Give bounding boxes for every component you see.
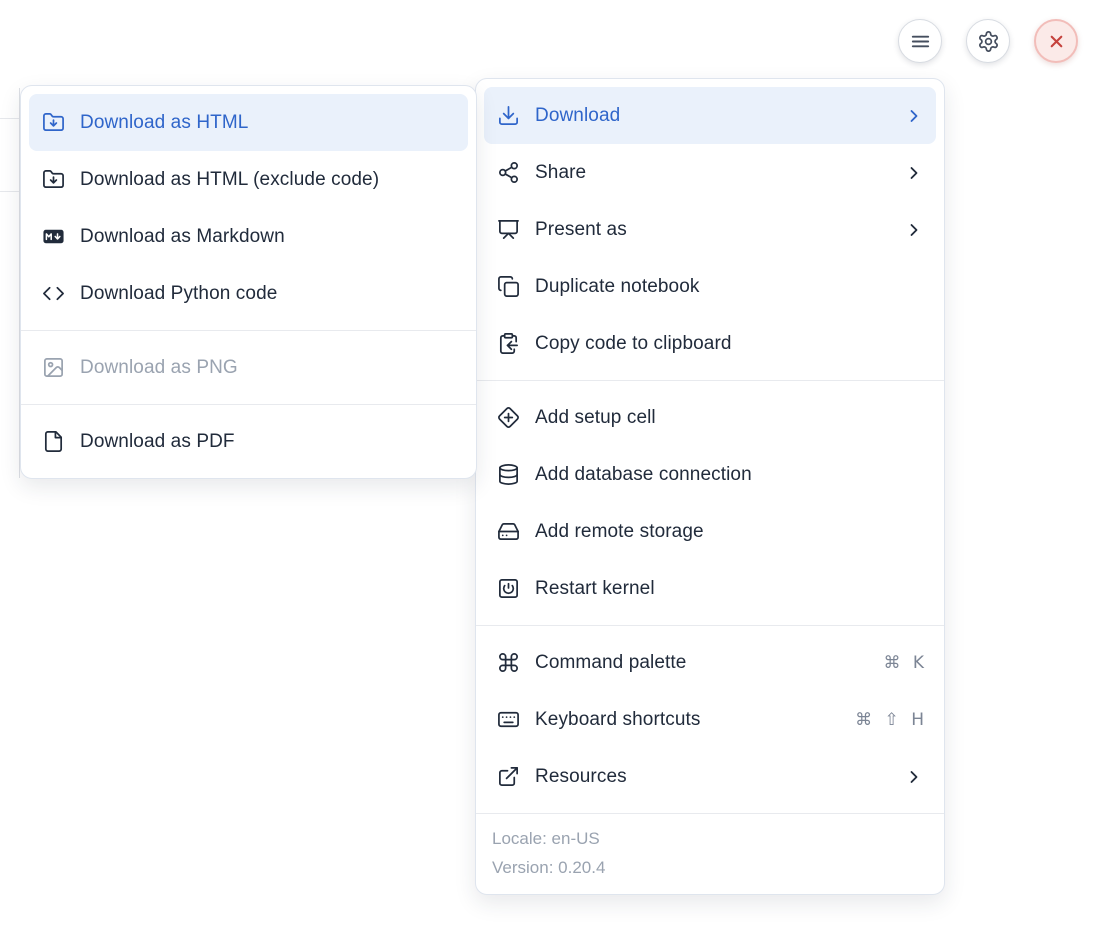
locale-text: Locale: en-US	[492, 824, 928, 853]
menu-item-label: Present as	[535, 219, 889, 241]
chevron-right-icon	[904, 106, 924, 126]
menu-item-label: Download as Markdown	[80, 226, 456, 248]
menu-item-share[interactable]: Share	[484, 144, 936, 201]
menu-item-label: Add remote storage	[535, 521, 924, 543]
file-icon	[41, 430, 65, 453]
external-link-icon	[496, 765, 520, 788]
menu-item-resources[interactable]: Resources	[484, 748, 936, 805]
menu-button[interactable]	[898, 19, 942, 63]
chevron-right-icon	[904, 220, 924, 240]
background-row-line	[0, 118, 19, 119]
menu-item-download[interactable]: Download	[484, 87, 936, 144]
square-power-icon	[496, 577, 520, 600]
menu-item-label: Add setup cell	[535, 407, 924, 429]
menu-item-label: Copy code to clipboard	[535, 333, 924, 355]
download-icon	[496, 104, 520, 127]
menu-item-label: Download as HTML (exclude code)	[80, 169, 456, 191]
menu-item-duplicate-notebook[interactable]: Duplicate notebook	[484, 258, 936, 315]
code-icon	[41, 282, 65, 305]
menu-item-label: Download as HTML	[80, 112, 456, 134]
menu-item-label: Share	[535, 162, 889, 184]
close-button[interactable]	[1034, 19, 1078, 63]
database-icon	[496, 463, 520, 486]
menu-item-command-palette[interactable]: Command palette ⌘ K	[484, 634, 936, 691]
menu-item-add-remote-storage[interactable]: Add remote storage	[484, 503, 936, 560]
menu-item-download-as-html-exclude-code[interactable]: Download as HTML (exclude code)	[29, 151, 468, 208]
folder-down-icon	[41, 168, 65, 191]
menu-item-label: Command palette	[535, 652, 868, 674]
menu-item-keyboard-shortcuts[interactable]: Keyboard shortcuts ⌘ ⇧ H	[484, 691, 936, 748]
menu-item-download-as-pdf[interactable]: Download as PDF	[29, 413, 468, 470]
chevron-right-icon	[904, 163, 924, 183]
image-icon	[41, 356, 65, 379]
menu-footer: Locale: en-US Version: 0.20.4	[476, 813, 944, 894]
folder-down-icon	[41, 111, 65, 134]
menu-item-label: Keyboard shortcuts	[535, 709, 840, 731]
notebook-actions-menu: Download Share Present as Duplicate noteboo…	[475, 78, 945, 895]
shortcut-hint: ⌘ ⇧ H	[855, 710, 924, 730]
download-submenu: Download as HTML Download as HTML (exclud…	[20, 85, 477, 479]
menu-item-present-as[interactable]: Present as	[484, 201, 936, 258]
menu-item-restart-kernel[interactable]: Restart kernel	[484, 560, 936, 617]
chevron-right-icon	[904, 767, 924, 787]
version-text: Version: 0.20.4	[492, 853, 928, 882]
command-icon	[496, 651, 520, 674]
menu-item-label: Restart kernel	[535, 578, 924, 600]
menu-item-label: Duplicate notebook	[535, 276, 924, 298]
menu-item-download-as-markdown[interactable]: Download as Markdown	[29, 208, 468, 265]
menu-item-download-python-code[interactable]: Download Python code	[29, 265, 468, 322]
keyboard-icon	[496, 708, 520, 731]
menu-item-download-as-html[interactable]: Download as HTML	[29, 94, 468, 151]
menu-item-add-setup-cell[interactable]: Add setup cell	[484, 389, 936, 446]
menu-item-copy-code-to-clipboard[interactable]: Copy code to clipboard	[484, 315, 936, 372]
background-row-line	[0, 191, 19, 192]
clipboard-copy-icon	[496, 332, 520, 355]
hard-drive-icon	[496, 520, 520, 543]
copy-icon	[496, 275, 520, 298]
menu-item-label: Add database connection	[535, 464, 924, 486]
markdown-down-icon	[41, 225, 65, 248]
menu-item-label: Download	[535, 105, 889, 127]
menu-item-label: Download as PNG	[80, 357, 456, 379]
diamond-plus-icon	[496, 406, 520, 429]
settings-button[interactable]	[966, 19, 1010, 63]
menu-item-label: Resources	[535, 766, 889, 788]
menu-item-label: Download Python code	[80, 283, 456, 305]
menu-item-download-as-png: Download as PNG	[29, 339, 468, 396]
share-icon	[496, 161, 520, 184]
presentation-icon	[496, 218, 520, 241]
menu-item-label: Download as PDF	[80, 431, 456, 453]
shortcut-hint: ⌘ K	[883, 653, 924, 673]
menu-item-add-database-connection[interactable]: Add database connection	[484, 446, 936, 503]
